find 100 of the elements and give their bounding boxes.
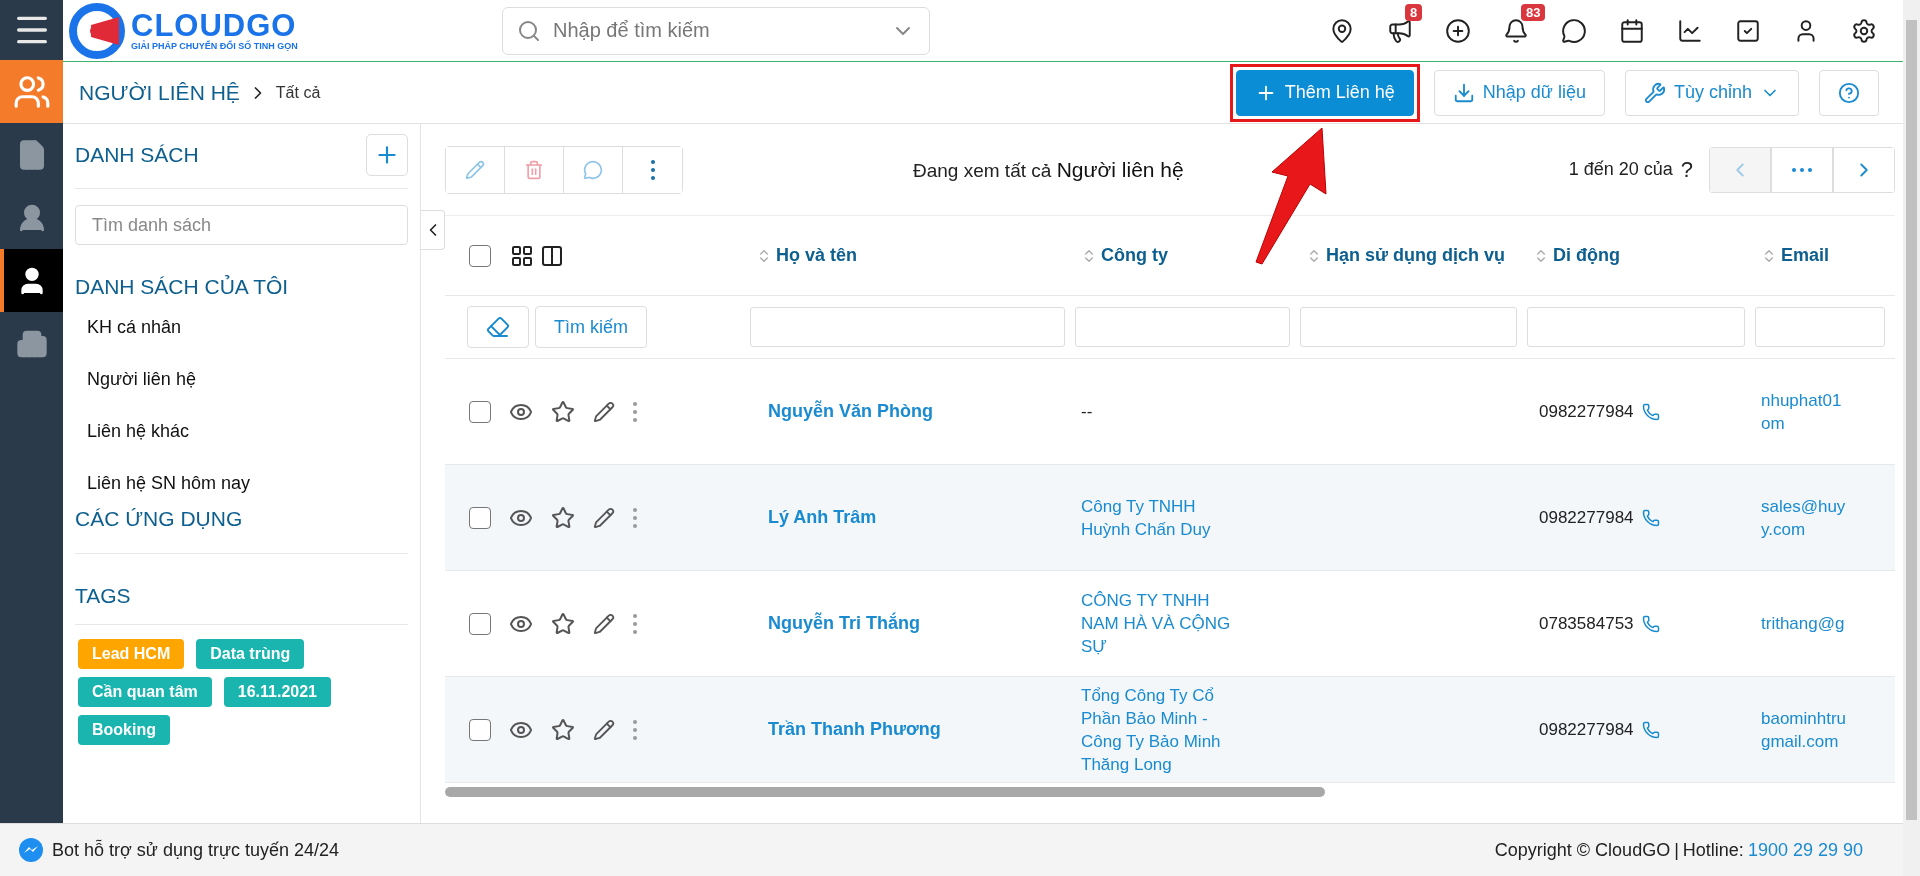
grid-icon[interactable]	[510, 243, 534, 268]
ellipsis-icon	[1792, 167, 1812, 172]
star-icon[interactable]	[551, 611, 575, 636]
filter-field[interactable]	[1075, 307, 1290, 347]
row-checkbox[interactable]	[469, 718, 491, 741]
phone-icon[interactable]	[1641, 402, 1660, 421]
calendar-icon[interactable]	[1619, 17, 1645, 44]
wrench-icon	[1643, 81, 1666, 104]
columns-icon[interactable]	[540, 243, 564, 268]
list-item[interactable]: Người liên hệ	[75, 356, 408, 403]
company-link[interactable]: Công Ty TNHH Huỳnh Chấn Duy	[1081, 494, 1211, 541]
phone-number: 0982277984	[1539, 401, 1634, 422]
view-summary: Đang xem tất cả Người liên hệ	[913, 157, 1184, 182]
column-header[interactable]: Email	[1781, 245, 1830, 266]
rail-item[interactable]	[0, 249, 63, 312]
phone-icon[interactable]	[1641, 508, 1660, 527]
messenger-icon[interactable]	[18, 837, 44, 863]
location-icon[interactable]	[1329, 17, 1355, 44]
section-title: DANH SÁCH CỦA TÔI	[75, 275, 289, 298]
star-icon[interactable]	[551, 717, 575, 742]
brand-tagline: GIẢI PHÁP CHUYỂN ĐỔI SỐ TINH GỌN	[131, 40, 298, 51]
support-text: Bot hỗ trợ sử dụng trực tuyến 24/24	[52, 839, 340, 861]
more-icon[interactable]	[633, 401, 637, 422]
count-badge: 8	[1405, 3, 1423, 21]
vertical-scrollbar[interactable]	[1903, 0, 1920, 876]
column-header[interactable]: Họ và tên	[776, 245, 858, 266]
bell-icon[interactable]	[1503, 17, 1529, 44]
tag[interactable]: 16.11.2021	[223, 677, 331, 707]
settings-icon[interactable]	[1851, 17, 1877, 44]
row-checkbox[interactable]	[469, 612, 491, 635]
chart-icon[interactable]	[1677, 17, 1703, 44]
company-link[interactable]: Tổng Công Ty Cổ Phần Bảo Minh - Công Ty Bảo Minh Thăng Long	[1081, 683, 1221, 776]
contact-name-link[interactable]: Nguyễn Văn Phòng	[768, 401, 933, 422]
hotline-link[interactable]: 1900 29 29 90	[1747, 839, 1863, 861]
edit-icon[interactable]	[593, 506, 615, 529]
search-button[interactable]: Tìm kiếm	[535, 306, 647, 348]
email-link[interactable]: sales@huy y.com	[1761, 494, 1846, 541]
import-button[interactable]: Nhập dữ liệu	[1433, 69, 1605, 116]
company-link[interactable]: CÔNG TY TNHH NAM HÀ VÀ CỘNG SỰ	[1081, 589, 1231, 658]
more-icon	[650, 159, 655, 180]
search-icon	[517, 18, 541, 43]
customize-button[interactable]: Tùy chỉnh	[1624, 69, 1799, 116]
more-icon[interactable]	[633, 507, 637, 528]
section-title: TAGS	[75, 584, 131, 607]
filter-field[interactable]	[1300, 307, 1517, 347]
add-list-button[interactable]	[366, 134, 408, 176]
column-header[interactable]: Hạn sử dụng dịch vụ	[1326, 245, 1506, 266]
clear-filter-button[interactable]	[467, 306, 529, 348]
list-item[interactable]: Liên hệ khác	[75, 408, 408, 455]
contacts-module-tab[interactable]	[0, 60, 63, 123]
phone-number: 0982277984	[1539, 719, 1634, 740]
phone-icon[interactable]	[1641, 720, 1660, 739]
help-button[interactable]	[1819, 69, 1879, 116]
tag[interactable]: Lead HCM	[78, 639, 185, 669]
edit-icon[interactable]	[593, 718, 615, 741]
brand-name: CLOUDGO	[131, 10, 298, 41]
paging-help[interactable]: ?	[1680, 156, 1693, 183]
add-button[interactable]: Thêm Liên hệ	[1235, 69, 1414, 116]
phone-number: 0982277984	[1539, 507, 1634, 528]
contact-name-link[interactable]: Lý Anh Trâm	[768, 507, 877, 528]
logo-icon	[69, 2, 125, 59]
select-all-checkbox[interactable]	[469, 244, 491, 267]
column-header[interactable]: Di động	[1553, 245, 1620, 266]
add-icon[interactable]	[1445, 17, 1471, 44]
more-icon[interactable]	[633, 613, 637, 634]
column-header[interactable]: Công ty	[1101, 245, 1168, 266]
star-icon[interactable]	[551, 505, 575, 530]
more-icon[interactable]	[633, 719, 637, 740]
edit-icon[interactable]	[593, 400, 615, 423]
email-link[interactable]: baominhtru gmail.com	[1761, 706, 1847, 753]
filter-field[interactable]	[1755, 307, 1885, 347]
filter-field[interactable]	[750, 307, 1065, 347]
task-icon[interactable]	[1735, 17, 1761, 44]
count-badge: 83	[1521, 3, 1546, 21]
horizontal-scrollbar[interactable]	[445, 787, 1325, 797]
contact-name-link[interactable]: Nguyễn Tri Thắng	[768, 613, 920, 634]
eraser-icon	[486, 315, 510, 339]
edit-icon[interactable]	[593, 612, 615, 635]
speech-bubble-icon	[583, 159, 603, 180]
copyright-text: Copyright © CloudGO	[1494, 839, 1671, 861]
row-checkbox[interactable]	[469, 506, 491, 529]
list-item[interactable]: Liên hệ SN hôm nay	[75, 460, 408, 507]
download-icon	[1452, 81, 1475, 104]
module-title[interactable]: NGƯỜI LIÊN HỆ	[79, 80, 240, 105]
search-field[interactable]: Nhập để tìm kiếm	[502, 6, 930, 55]
search-input[interactable]: Nhập để tìm kiếm	[551, 18, 881, 43]
row-checkbox[interactable]	[469, 400, 491, 423]
tag[interactable]: Cần quan tâm	[78, 677, 212, 707]
paging-text: 1 đến 20 của	[1568, 159, 1673, 180]
chat-icon[interactable]	[1561, 17, 1587, 44]
list-search-field[interactable]: Tìm danh sách	[75, 205, 408, 245]
tag[interactable]: Data trùng	[196, 639, 305, 669]
filter-field[interactable]	[1527, 307, 1745, 347]
star-icon[interactable]	[551, 399, 575, 424]
phone-icon[interactable]	[1641, 614, 1660, 633]
tag[interactable]: Booking	[78, 715, 170, 745]
email-link[interactable]: nhuphat01 om	[1761, 388, 1842, 435]
contact-name-link[interactable]: Trần Thanh Phương	[768, 719, 941, 740]
email-link[interactable]: trithang@g	[1761, 612, 1845, 635]
list-item[interactable]: KH cá nhân	[75, 304, 408, 351]
